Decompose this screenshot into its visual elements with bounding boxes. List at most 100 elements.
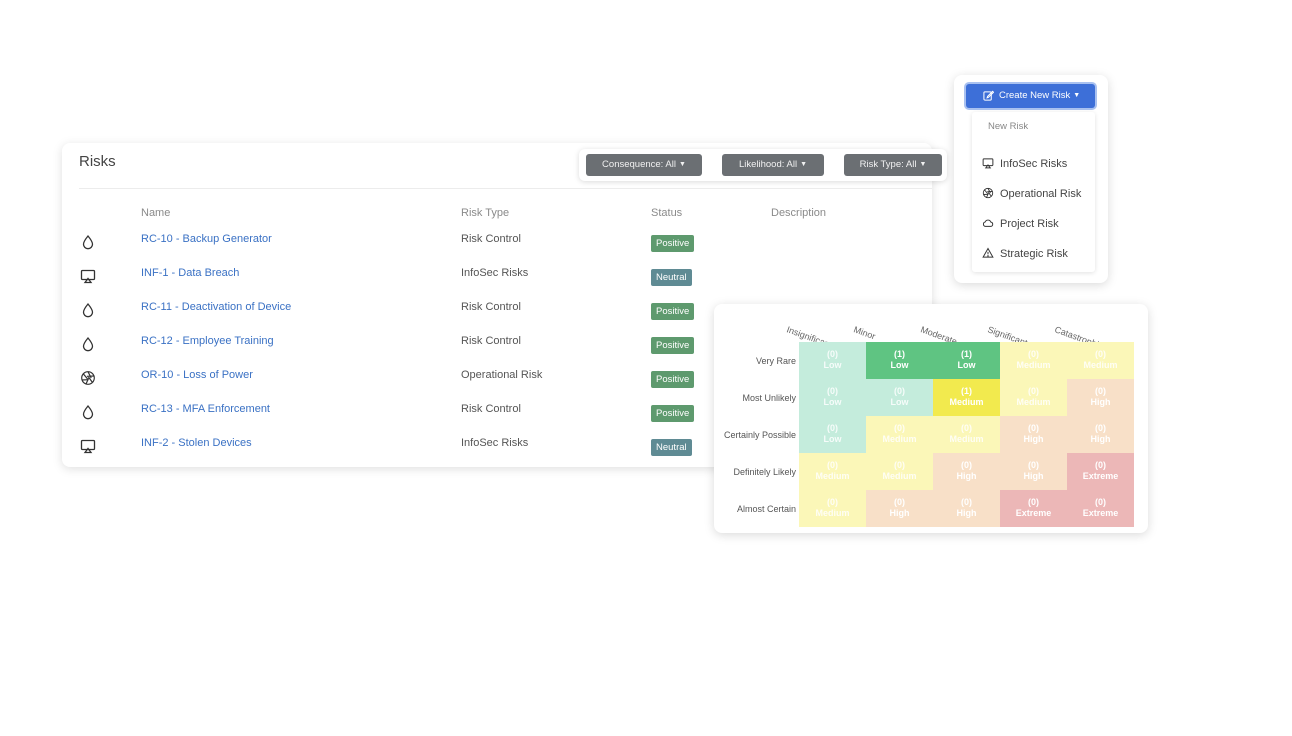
status-badge: Positive (651, 371, 695, 388)
column-header-name[interactable]: Name (141, 207, 170, 219)
risk-type-filter-button[interactable]: Risk Type: All ▼ (844, 154, 942, 176)
heatmap-column-label: Minor (852, 324, 877, 342)
risk-type-filter-label: Risk Type: All (859, 159, 917, 170)
heatmap-cell[interactable]: (0) High (1067, 416, 1134, 453)
heatmap-cell-level: High (1090, 397, 1111, 407)
page-title: Risks (79, 153, 116, 170)
heatmap-cell-level: Medium (815, 471, 850, 481)
heatmap-cell[interactable]: (0) Medium (933, 416, 1000, 453)
heatmap-row-label: Most Unlikely (742, 393, 796, 403)
heatmap-cell-level: Medium (1016, 397, 1051, 407)
heatmap-cell-count: (0) (894, 460, 905, 470)
heatmap-cell[interactable]: (0) High (1000, 416, 1067, 453)
heatmap-cell[interactable]: (0) Extreme (1067, 453, 1134, 490)
heatmap-cell[interactable]: (1) Low (933, 342, 1000, 379)
heatmap-cell[interactable]: (0) Low (799, 379, 866, 416)
heatmap-cell[interactable]: (0) High (1067, 379, 1134, 416)
heatmap-cell-count: (0) (1095, 460, 1106, 470)
menu-item-label: Strategic Risk (1000, 248, 1068, 260)
heatmap-cell[interactable]: (0) Medium (1000, 379, 1067, 416)
heatmap-cell[interactable]: (0) Medium (799, 490, 866, 527)
filter-bar: Consequence: All ▼ Likelihood: All ▼ Risk … (579, 149, 947, 181)
heatmap-cell-count: (0) (1095, 423, 1106, 433)
menu-item-infosec-risks[interactable]: InfoSec Risks (982, 157, 1067, 170)
create-new-risk-label: Create New Risk ▼ (999, 90, 1080, 101)
heatmap-cell[interactable]: (0) Low (799, 342, 866, 379)
heatmap-cell-count: (0) (827, 497, 838, 507)
risk-name-link[interactable]: INF-2 - Stolen Devices (141, 437, 252, 449)
cloud-icon (982, 217, 994, 229)
heatmap-cell-level: Extreme (1082, 471, 1119, 481)
status-badge: Positive (651, 405, 695, 422)
title-divider (79, 188, 932, 189)
heatmap-cell[interactable]: (0) High (933, 453, 1000, 490)
risk-name-link[interactable]: OR-10 - Loss of Power (141, 369, 253, 381)
heatmap-cell[interactable]: (0) High (1000, 453, 1067, 490)
heatmap-cell-level: Low (823, 360, 842, 370)
warning-icon (982, 247, 994, 259)
consequence-filter-button[interactable]: Consequence: All ▼ (586, 154, 702, 176)
heatmap-row-label: Very Rare (755, 356, 796, 366)
heatmap-cell-count: (0) (827, 386, 838, 396)
risk-name-link[interactable]: RC-11 - Deactivation of Device (141, 301, 291, 313)
heatmap-cell[interactable]: (0) High (866, 490, 933, 527)
create-new-risk-button[interactable]: Create New Risk ▼ (966, 84, 1095, 108)
heatmap-cell-count: (0) (1028, 497, 1039, 507)
heatmap-cell[interactable]: (0) Medium (866, 453, 933, 490)
menu-item-strategic-risk[interactable]: Strategic Risk (982, 247, 1068, 260)
caret-down-icon: ▼ (800, 161, 808, 168)
heatmap-cell[interactable]: (0) Extreme (1067, 490, 1134, 527)
heatmap-cell-count: (0) (894, 497, 905, 507)
heatmap-cell-level: Low (957, 360, 976, 370)
heatmap-cell-level: Low (823, 434, 842, 444)
likelihood-filter-label: Likelihood: All (738, 159, 798, 170)
heatmap-cell-level: Medium (882, 471, 917, 481)
heatmap-cell-level: High (1023, 434, 1044, 444)
column-header-description[interactable]: Description (771, 207, 826, 219)
risk-type: InfoSec Risks (461, 267, 529, 279)
risk-name-link[interactable]: RC-12 - Employee Training (141, 335, 274, 347)
heatmap-cell-level: Low (890, 397, 909, 407)
drop-icon (80, 302, 96, 318)
heatmap-cell-count: (1) (961, 349, 972, 359)
menu-item-label: Operational Risk (1000, 188, 1082, 200)
risk-type: Risk Control (461, 233, 521, 245)
column-header-status[interactable]: Status (651, 207, 682, 219)
status-badge: Neutral (651, 269, 692, 286)
monitor-icon (80, 268, 96, 284)
status-badge: Positive (651, 235, 695, 252)
heatmap-cell[interactable]: (0) Extreme (1000, 490, 1067, 527)
heatmap-cell-level: High (956, 508, 977, 518)
heatmap-cell[interactable]: (0) Low (866, 379, 933, 416)
column-header-risk-type[interactable]: Risk Type (461, 207, 509, 219)
heatmap-cell[interactable]: (0) Medium (1067, 342, 1134, 379)
heatmap-cell[interactable]: (1) Medium (933, 379, 1000, 416)
risk-name-link[interactable]: INF-1 - Data Breach (141, 267, 239, 279)
heatmap-cell-level: High (1090, 434, 1111, 444)
heatmap-cell-count: (0) (1028, 460, 1039, 470)
status-badge: Positive (651, 303, 695, 320)
heatmap-cell-count: (0) (1028, 349, 1039, 359)
heatmap-cell[interactable]: (1) Low (866, 342, 933, 379)
consequence-filter-label: Consequence: All (602, 159, 676, 170)
heatmap-cell[interactable]: (0) Medium (799, 453, 866, 490)
heatmap-cell-level: Extreme (1082, 508, 1119, 518)
heatmap-cell-count: (0) (961, 497, 972, 507)
likelihood-filter-button[interactable]: Likelihood: All ▼ (722, 154, 824, 176)
table-row[interactable]: RC-10 - Backup Generator Risk Control Posi… (62, 224, 932, 258)
heatmap-cell[interactable]: (0) Low (799, 416, 866, 453)
heatmap-cell[interactable]: (0) High (933, 490, 1000, 527)
heatmap-cell-count: (0) (961, 423, 972, 433)
monitor-icon (982, 157, 994, 169)
menu-item-label: Project Risk (1000, 218, 1059, 230)
heatmap-cell[interactable]: (0) Medium (866, 416, 933, 453)
heatmap-cell-level: Low (823, 397, 842, 407)
heatmap-cell[interactable]: (0) Medium (1000, 342, 1067, 379)
menu-item-operational-risk[interactable]: Operational Risk (982, 187, 1081, 200)
risk-name-link[interactable]: RC-13 - MFA Enforcement (141, 403, 270, 415)
menu-item-project-risk[interactable]: Project Risk (982, 217, 1059, 230)
table-row[interactable]: INF-1 - Data Breach InfoSec Risks Neutral (62, 258, 932, 292)
status-badge: Neutral (651, 439, 692, 456)
risk-name-link[interactable]: RC-10 - Backup Generator (141, 233, 272, 245)
heatmap-cell-count: (0) (1028, 386, 1039, 396)
